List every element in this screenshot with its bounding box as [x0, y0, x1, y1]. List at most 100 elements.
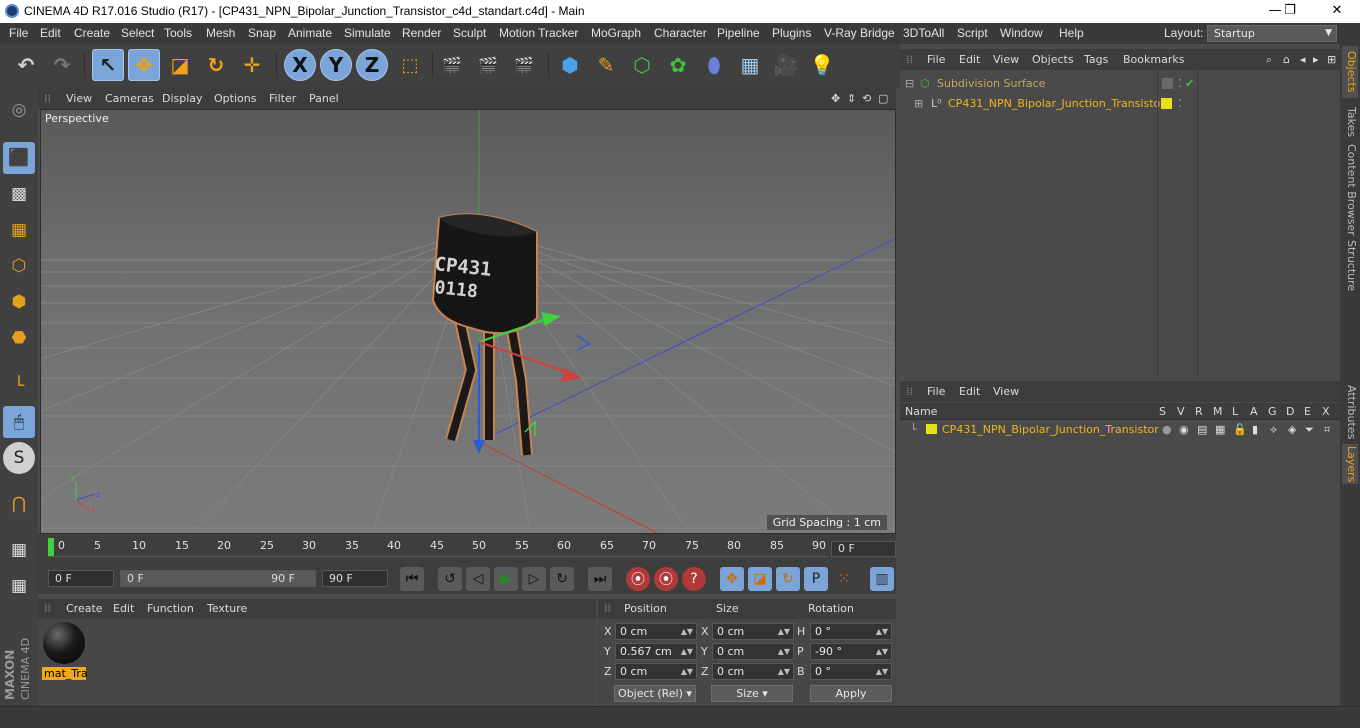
- record-keys-icon[interactable]: ⦿: [626, 567, 650, 591]
- animation-toggle-icon[interactable]: ▮: [1252, 420, 1258, 439]
- menu-vray-bridge[interactable]: V-Ray Bridge: [824, 26, 895, 40]
- max-frame-field[interactable]: 90 F: [322, 570, 388, 587]
- menu-mograph[interactable]: MoGraph: [591, 26, 641, 40]
- go-to-end-icon[interactable]: ⏭: [588, 567, 612, 591]
- timeline-window-icon[interactable]: ▥: [870, 567, 894, 591]
- play-icon[interactable]: ▶: [494, 567, 518, 591]
- keyframe-selection-icon[interactable]: ?: [682, 567, 706, 591]
- layout-select[interactable]: Startup ▼: [1207, 25, 1337, 42]
- forward-icon[interactable]: ▸: [1313, 53, 1319, 66]
- deformer-icon[interactable]: ⬮: [698, 49, 730, 81]
- playhead[interactable]: [48, 538, 54, 556]
- select-icon[interactable]: ↖: [92, 49, 124, 81]
- grid-snap-icon[interactable]: ▦: [3, 570, 35, 602]
- menu-plugins[interactable]: Plugins: [772, 26, 811, 40]
- size-y-field[interactable]: 0 cm ▲▼: [712, 643, 794, 660]
- cube-icon[interactable]: ⬢: [554, 49, 586, 81]
- lm-menu-edit[interactable]: Edit: [959, 385, 980, 398]
- make-editable-icon[interactable]: ◎: [3, 94, 35, 126]
- layer-name[interactable]: CP431_NPN_Bipolar_Junction_Transistor: [942, 420, 1159, 439]
- om-menu-bookmarks[interactable]: Bookmarks: [1123, 53, 1184, 66]
- timeline-frame-field[interactable]: 0 F: [831, 541, 896, 557]
- previous-key-icon[interactable]: ↺: [438, 567, 462, 591]
- timeline-ruler[interactable]: 0 5 10 15 20 25 30 35 40 45 50 55 60 65 …: [48, 538, 828, 557]
- home-icon[interactable]: ⌂: [1283, 53, 1290, 66]
- viewport-menu-view[interactable]: View: [66, 92, 92, 105]
- object-name[interactable]: Subdivision Surface: [937, 74, 1045, 93]
- menu-sculpt[interactable]: Sculpt: [453, 26, 486, 40]
- size-mode-select[interactable]: Size ▾: [711, 685, 793, 702]
- undo-icon[interactable]: ↶: [10, 49, 42, 81]
- light-icon[interactable]: 💡: [806, 49, 838, 81]
- timeline[interactable]: 0 5 10 15 20 25 30 35 40 45 50 55 60 65 …: [38, 534, 896, 564]
- z-axis-icon[interactable]: Z: [356, 49, 388, 81]
- expand-icon[interactable]: ⊟: [905, 74, 914, 93]
- expressions-column[interactable]: E: [1304, 405, 1311, 418]
- visibility-dots-icon[interactable]: ⁚: [1178, 74, 1182, 93]
- view-toggle-icon[interactable]: ◉: [1179, 420, 1189, 439]
- tab-content-browser[interactable]: Content Browser: [1342, 144, 1358, 236]
- next-frame-icon[interactable]: ▷: [522, 567, 546, 591]
- visibility-dots-icon[interactable]: ⁚: [1178, 94, 1182, 113]
- tweak-mode-icon[interactable]: 🖱: [3, 406, 35, 438]
- camera-icon[interactable]: 🎥: [770, 49, 802, 81]
- solo-toggle-icon[interactable]: ●: [1162, 420, 1172, 439]
- om-menu-objects[interactable]: Objects: [1032, 53, 1074, 66]
- cloner-icon[interactable]: ✿: [662, 49, 694, 81]
- menu-create[interactable]: Create: [74, 26, 110, 40]
- position-x-field[interactable]: 0 cm ▲▼: [615, 623, 697, 640]
- texture-mode-icon[interactable]: ▩: [3, 178, 35, 210]
- tab-objects[interactable]: Objects: [1342, 46, 1358, 98]
- animation-column[interactable]: A: [1250, 405, 1258, 418]
- points-mode-icon[interactable]: ⬡: [3, 250, 35, 282]
- new-panel-icon[interactable]: ⊞: [1327, 53, 1336, 66]
- object-row-subdivision[interactable]: ⊟ ⬡ Subdivision Surface ⁚ ✔: [900, 74, 1340, 93]
- maximize-button[interactable]: ❐: [1275, 2, 1305, 20]
- expression-toggle-icon[interactable]: ⏷: [1305, 420, 1314, 439]
- menu-edit[interactable]: Edit: [40, 26, 61, 40]
- layer-color-swatch[interactable]: [926, 424, 937, 434]
- tab-takes[interactable]: Takes: [1342, 104, 1358, 140]
- manager-column[interactable]: M: [1213, 405, 1223, 418]
- menu-motion-tracker[interactable]: Motion Tracker: [499, 26, 578, 40]
- size-x-field[interactable]: 0 cm ▲▼: [712, 623, 794, 640]
- autokey-icon[interactable]: ⦿: [654, 567, 678, 591]
- previous-frame-icon[interactable]: ◁: [466, 567, 490, 591]
- material-menu-edit[interactable]: Edit: [113, 602, 134, 615]
- menu-animate[interactable]: Animate: [288, 26, 332, 40]
- lock-toggle-icon[interactable]: 🔓: [1233, 420, 1247, 439]
- pan-icon[interactable]: ✥: [831, 92, 840, 105]
- enabled-check-icon[interactable]: ✔: [1185, 74, 1194, 93]
- coordinate-system-icon[interactable]: ⬚: [394, 49, 426, 81]
- render-view-icon[interactable]: 🎬: [436, 49, 468, 81]
- viewport-menu-panel[interactable]: Panel: [309, 92, 339, 105]
- render-column[interactable]: R: [1195, 405, 1203, 418]
- scale-icon[interactable]: ◪: [164, 49, 196, 81]
- menu-script[interactable]: Script: [957, 26, 988, 40]
- menu-simulate[interactable]: Simulate: [344, 26, 391, 40]
- generator-toggle-icon[interactable]: ⟡: [1270, 420, 1277, 439]
- xref-column[interactable]: X: [1322, 405, 1330, 418]
- rotation-h-field[interactable]: 0 ° ▲▼: [810, 623, 892, 640]
- lm-menu-view[interactable]: View: [993, 385, 1019, 398]
- x-axis-icon[interactable]: X: [284, 49, 316, 81]
- edit-render-settings-icon[interactable]: 🎬: [508, 49, 540, 81]
- xref-toggle-icon[interactable]: ⌗: [1324, 420, 1330, 439]
- maximize-view-icon[interactable]: ▢: [878, 92, 888, 105]
- coordinate-mode-select[interactable]: Object (Rel) ▾: [614, 685, 696, 702]
- transform-icon[interactable]: ✛: [236, 49, 268, 81]
- menu-snap[interactable]: Snap: [248, 26, 276, 40]
- range-slider[interactable]: 0 F 90 F: [120, 570, 316, 587]
- pen-icon[interactable]: ✎: [590, 49, 622, 81]
- material-manager-area[interactable]: mat_Tra: [38, 619, 596, 706]
- record-position-icon[interactable]: ✥: [720, 567, 744, 591]
- polygons-mode-icon[interactable]: ⬣: [3, 322, 35, 354]
- om-menu-tags[interactable]: Tags: [1084, 53, 1108, 66]
- axis-mode-icon[interactable]: └: [3, 370, 35, 402]
- object-row-transistor[interactable]: ⊞ L⁰ CP431_NPN_Bipolar_Junction_Transist…: [900, 94, 1340, 113]
- go-to-start-icon[interactable]: ⏮: [400, 567, 424, 591]
- material-preview[interactable]: [43, 622, 85, 664]
- render-toggle-icon[interactable]: ▤: [1197, 420, 1207, 439]
- menu-file[interactable]: File: [9, 26, 28, 40]
- floor-icon[interactable]: ▦: [734, 49, 766, 81]
